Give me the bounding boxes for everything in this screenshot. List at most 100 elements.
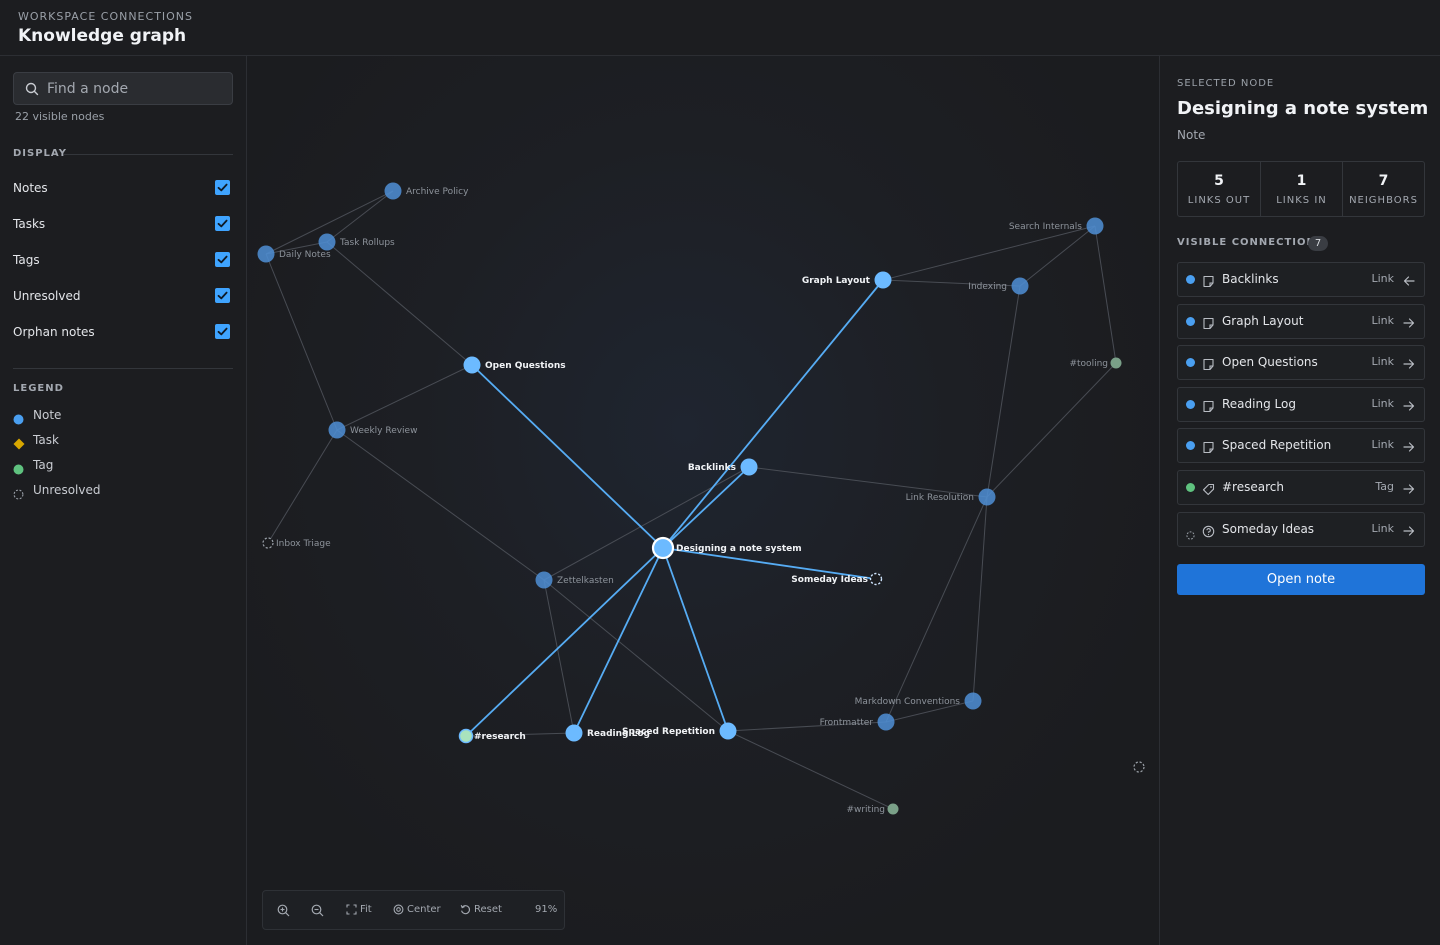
graph-node-tooling[interactable]: #tooling: [1069, 357, 1122, 370]
node-marker[interactable]: [328, 421, 346, 439]
node-marker[interactable]: [1110, 357, 1122, 369]
connection-relation: Link: [1371, 396, 1394, 410]
node-search[interactable]: [13, 72, 233, 105]
node-marker[interactable]: [869, 572, 883, 586]
graph-node-inbox[interactable]: Inbox Triage: [262, 537, 331, 549]
graph-node-weekly[interactable]: Weekly Review: [328, 421, 418, 439]
graph-node-spaced[interactable]: Spaced Repetition: [622, 722, 737, 740]
node-marker[interactable]: [318, 233, 336, 251]
visible-node-count: 22 visible nodes: [15, 110, 105, 123]
graph-node-zettel[interactable]: Zettelkasten: [535, 571, 614, 589]
connection-name: Backlinks: [1222, 272, 1279, 286]
legend-label: Tag: [33, 458, 54, 472]
node-marker[interactable]: [1086, 217, 1104, 235]
graph-node-research[interactable]: #research: [458, 728, 526, 744]
toggle-orphan-notes[interactable]: Orphan notes: [13, 323, 233, 343]
zoom-out-button[interactable]: [311, 903, 327, 919]
graph-node-designing[interactable]: Designing a note system: [651, 536, 802, 560]
node-marker[interactable]: [877, 713, 895, 731]
graph-node-writing[interactable]: #writing: [846, 803, 899, 816]
node-marker[interactable]: [262, 537, 274, 549]
arrow-right-icon[interactable]: [1402, 481, 1416, 495]
connection-research[interactable]: #research Tag: [1177, 470, 1425, 505]
connection-someday-ideas[interactable]: Someday Ideas Link: [1177, 511, 1425, 547]
connection-relation: Link: [1371, 313, 1394, 327]
node-marker[interactable]: [740, 458, 758, 476]
node-marker[interactable]: [535, 571, 553, 589]
graph-edge-weekly-zettel: [336, 429, 545, 581]
reset-button[interactable]: Reset: [460, 903, 510, 919]
search-input[interactable]: [47, 73, 227, 104]
toggle-notes[interactable]: Notes: [13, 179, 233, 199]
node-label: Daily Notes: [279, 250, 331, 260]
node-label: Designing a note system: [676, 544, 802, 554]
arrow-left-icon[interactable]: [1402, 273, 1416, 287]
arrow-right-icon[interactable]: [1402, 315, 1416, 329]
connection-backlinks[interactable]: Backlinks Link: [1177, 262, 1425, 297]
node-label: Frontmatter: [820, 718, 874, 728]
connection-open-questions[interactable]: Open Questions Link: [1177, 345, 1425, 381]
graph-node-graphlayout[interactable]: Graph Layout: [802, 271, 892, 289]
toggle-label: Unresolved: [13, 289, 81, 303]
zoom-in-button[interactable]: [277, 903, 293, 919]
orphan-notes-checkbox[interactable]: [215, 324, 230, 339]
unresolved-dashed-circle-icon: [1186, 525, 1195, 540]
node-marker[interactable]: [257, 245, 275, 263]
arrow-right-icon[interactable]: [1402, 523, 1416, 537]
center-button[interactable]: Center: [393, 903, 449, 919]
notes-checkbox[interactable]: [215, 180, 230, 195]
graph-canvas[interactable]: Archive Policy Task Rollups Daily Notes Ope…: [247, 56, 1159, 945]
graph-edge-indexing-linkres: [986, 285, 1021, 498]
graph-svg[interactable]: Archive Policy Task Rollups Daily Notes Ope…: [247, 56, 1159, 945]
graph-node-linkres[interactable]: Link Resolution: [906, 488, 996, 506]
node-marker[interactable]: [565, 724, 583, 742]
tasks-checkbox[interactable]: [215, 216, 230, 231]
node-marker[interactable]: [964, 692, 982, 710]
node-marker[interactable]: [978, 488, 996, 506]
connection-name: Open Questions: [1222, 355, 1318, 370]
fit-button[interactable]: Fit: [346, 903, 382, 919]
node-label: Someday Ideas: [791, 575, 868, 585]
toggle-tags[interactable]: Tags: [13, 251, 233, 271]
connection-spaced-repetition[interactable]: Spaced Repetition Link: [1177, 428, 1425, 464]
graph-node-orphan[interactable]: [1133, 761, 1145, 773]
graph-node-rollups[interactable]: Task Rollups: [318, 233, 396, 251]
arrow-right-icon[interactable]: [1402, 398, 1416, 412]
connection-relation: Link: [1371, 521, 1394, 535]
toggle-tasks[interactable]: Tasks: [13, 215, 233, 235]
graph-node-backlinks[interactable]: Backlinks: [688, 458, 758, 476]
graph-edge-designing-spaced: [662, 547, 729, 732]
node-marker[interactable]: [719, 722, 737, 740]
node-marker[interactable]: [463, 356, 481, 374]
arrow-right-icon[interactable]: [1402, 439, 1416, 453]
toggle-unresolved[interactable]: Unresolved: [13, 287, 233, 307]
note-icon: [1202, 273, 1215, 288]
arrow-right-icon[interactable]: [1402, 356, 1416, 370]
connection-graph-layout[interactable]: Graph Layout Link: [1177, 303, 1425, 339]
open-note-button[interactable]: Open note: [1177, 564, 1425, 595]
selected-node-title: Designing a note system: [1177, 98, 1429, 119]
node-marker[interactable]: [384, 182, 402, 200]
connection-reading-log[interactable]: Reading Log Link: [1177, 386, 1425, 422]
node-marker[interactable]: [887, 803, 899, 815]
graph-node-markdown[interactable]: Markdown Conventions: [855, 692, 982, 710]
question-icon: [1202, 523, 1215, 537]
graph-node-someday[interactable]: Someday Ideas: [791, 572, 883, 586]
node-label: #tooling: [1069, 359, 1108, 369]
graph-node-search[interactable]: Search Internals: [1009, 217, 1104, 235]
task-diamond-icon: [13, 435, 25, 450]
stat-value: 7: [1378, 173, 1389, 189]
graph-node-archive[interactable]: Archive Policy: [384, 182, 470, 200]
node-marker[interactable]: [874, 271, 892, 289]
tag-dot-icon: [13, 460, 24, 475]
tags-checkbox[interactable]: [215, 252, 230, 267]
node-marker[interactable]: [651, 536, 675, 560]
node-marker[interactable]: [1133, 761, 1145, 773]
node-marker[interactable]: [1011, 277, 1029, 295]
graph-node-frontmatter[interactable]: Frontmatter: [820, 713, 895, 731]
graph-node-indexing[interactable]: Indexing: [968, 277, 1029, 295]
node-marker[interactable]: [458, 728, 474, 744]
graph-edge-weekly-openq: [336, 364, 473, 431]
unresolved-checkbox[interactable]: [215, 288, 230, 303]
center-label: Center: [407, 904, 441, 915]
